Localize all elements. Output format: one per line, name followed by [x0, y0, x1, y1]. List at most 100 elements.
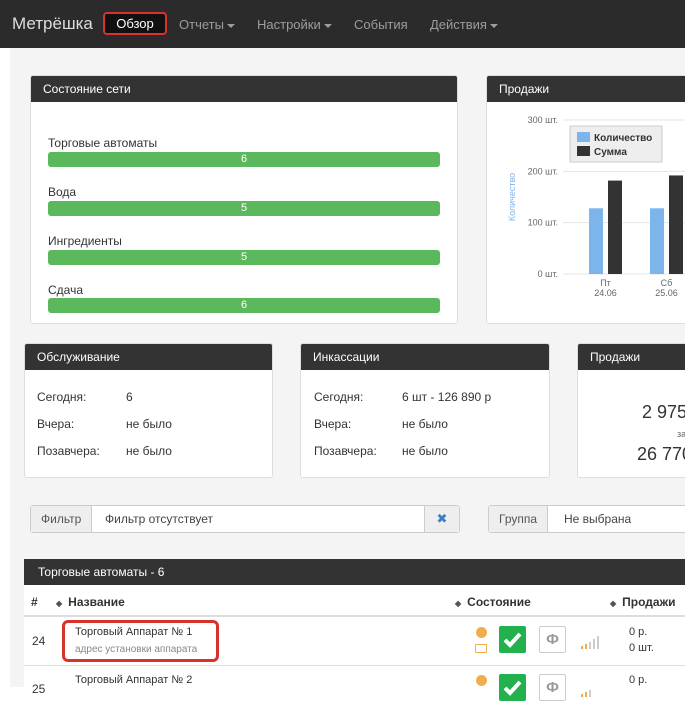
service-today-value: 6 [126, 390, 133, 404]
sort-icon: ◆ [56, 599, 63, 608]
caret-down-icon [226, 23, 235, 28]
progress-ingredients: 5 [48, 250, 440, 265]
col-state-label: Состояние [467, 595, 531, 609]
row-sales-qty: 0 шт. [629, 642, 654, 654]
nav-actions[interactable]: Действия [430, 17, 498, 32]
col-name-label: Название [68, 595, 125, 609]
row-num: 24 [32, 634, 46, 648]
nav-actions-label: Действия [430, 17, 487, 32]
y-axis-label: Количество [507, 173, 517, 221]
x-tick-label: 24.06 [594, 288, 617, 298]
x-tick-label: Сб [661, 278, 673, 288]
coin-icon [476, 675, 487, 686]
coin-icon [476, 627, 487, 638]
ok-status-icon [499, 626, 526, 653]
y-tick-label: 100 шт. [528, 218, 558, 228]
legend-swatch [577, 146, 590, 156]
nav-reports[interactable]: Отчеты [179, 17, 235, 32]
row-name-link[interactable]: Торговый Аппарат № 1 [75, 626, 192, 638]
network-state-panel: Состояние сети Торговые автоматы 6 Вода … [30, 75, 458, 324]
chart-bar [669, 175, 683, 274]
col-num-label: # [31, 595, 38, 609]
service-today-label: Сегодня: [37, 390, 87, 404]
legend-label: Количество [594, 133, 652, 144]
filter-group: Фильтр Фильтр отсутствует ✖ [30, 505, 460, 533]
service-daybefore-label: Позавчера: [37, 444, 100, 458]
bar-label-ingredients: Ингредиенты [48, 234, 122, 248]
sort-icon: ◆ [610, 599, 617, 608]
nav-events[interactable]: События [354, 17, 408, 32]
machines-table-title: Торговые автоматы - 6 [24, 559, 685, 585]
nav-settings-label: Настройки [257, 17, 321, 32]
progress-water: 5 [48, 201, 440, 216]
collection-daybefore-value: не было [402, 444, 448, 458]
y-tick-label: 200 шт. [528, 166, 558, 176]
collection-panel: Инкассации Сегодня: 6 шт - 126 890 р Вче… [300, 343, 550, 478]
collection-yesterday-value: не было [402, 417, 448, 431]
group-value: Не выбрана [564, 512, 632, 526]
row-name-link[interactable]: Торговый Аппарат № 2 [75, 674, 192, 686]
nav-reports-label: Отчеты [179, 17, 224, 32]
row-address: адрес установки аппарата [75, 644, 198, 655]
y-tick-label: 300 шт. [528, 115, 558, 125]
x-tick-label: 25.06 [655, 288, 678, 298]
nav-overview[interactable]: Обзор [103, 12, 167, 35]
service-yesterday-label: Вчера: [37, 417, 75, 431]
bar-label-change: Сдача [48, 283, 84, 297]
check-icon [503, 680, 522, 696]
col-sales-label: Продажи [622, 595, 676, 609]
sales-summary-period: за [677, 429, 685, 439]
collection-today-value: 6 шт - 126 890 р [402, 390, 492, 404]
group-label: Группа [489, 506, 549, 532]
col-state[interactable]: ◆ Состояние [455, 595, 531, 609]
collection-yesterday-label: Вчера: [314, 417, 352, 431]
group-select[interactable]: Группа Не выбрана [488, 505, 685, 533]
fiscal-status-icon: Ф [539, 626, 566, 653]
row-sales-sum: 0 р. [629, 626, 648, 638]
legend-label: Сумма [594, 147, 627, 158]
filter-input[interactable]: Фильтр отсутствует [105, 506, 213, 532]
filter-label: Фильтр [31, 506, 93, 532]
check-icon [503, 632, 522, 648]
sales-summary-title: Продажи [578, 344, 685, 370]
caret-down-icon [489, 23, 498, 28]
network-state-title: Состояние сети [31, 76, 457, 102]
clear-filter-button[interactable]: ✖ [424, 506, 459, 532]
sales-summary-total: 26 770 [637, 444, 685, 464]
signal-icon [581, 684, 601, 697]
close-icon: ✖ [436, 511, 448, 526]
ok-status-icon [499, 674, 526, 701]
row-num: 25 [32, 682, 46, 696]
sales-chart-title: Продажи [487, 76, 685, 102]
col-name[interactable]: ◆ Название [56, 595, 125, 609]
bar-label-water: Вода [48, 185, 77, 199]
chart-bar [650, 208, 664, 274]
progress-vending: 6 [48, 152, 440, 167]
card-icon [475, 644, 487, 653]
collection-title: Инкассации [301, 344, 549, 370]
collection-daybefore-label: Позавчера: [314, 444, 377, 458]
collection-today-label: Сегодня: [314, 390, 364, 404]
nav-settings[interactable]: Настройки [257, 17, 332, 32]
service-daybefore-value: не было [126, 444, 172, 458]
x-tick-label: Пт [600, 278, 611, 288]
col-num[interactable]: # [31, 595, 38, 609]
sales-summary-count: 2 975 [642, 402, 685, 422]
row-sales-sum: 0 р. [629, 674, 648, 686]
navbar: Метрёшка Обзор Отчеты Настройки События … [0, 0, 685, 48]
sort-icon: ◆ [455, 599, 462, 608]
caret-down-icon [323, 23, 332, 28]
service-title: Обслуживание [25, 344, 272, 370]
chart-bar [589, 208, 603, 274]
chart-bar [608, 180, 622, 274]
col-sales[interactable]: ◆ Продажи [610, 595, 675, 609]
service-yesterday-value: не было [126, 417, 172, 431]
progress-change: 6 [48, 298, 440, 313]
y-tick-label: 0 шт. [538, 269, 558, 279]
bar-label-vending: Торговые автоматы [48, 136, 158, 150]
legend-swatch [577, 132, 590, 142]
service-panel: Обслуживание Сегодня: 6 Вчера: не было П… [24, 343, 273, 478]
sales-summary-panel: Продажи 2 975 за 26 770 [577, 343, 685, 478]
signal-icon [581, 636, 601, 649]
brand-logo[interactable]: Метрёшка [12, 14, 93, 34]
